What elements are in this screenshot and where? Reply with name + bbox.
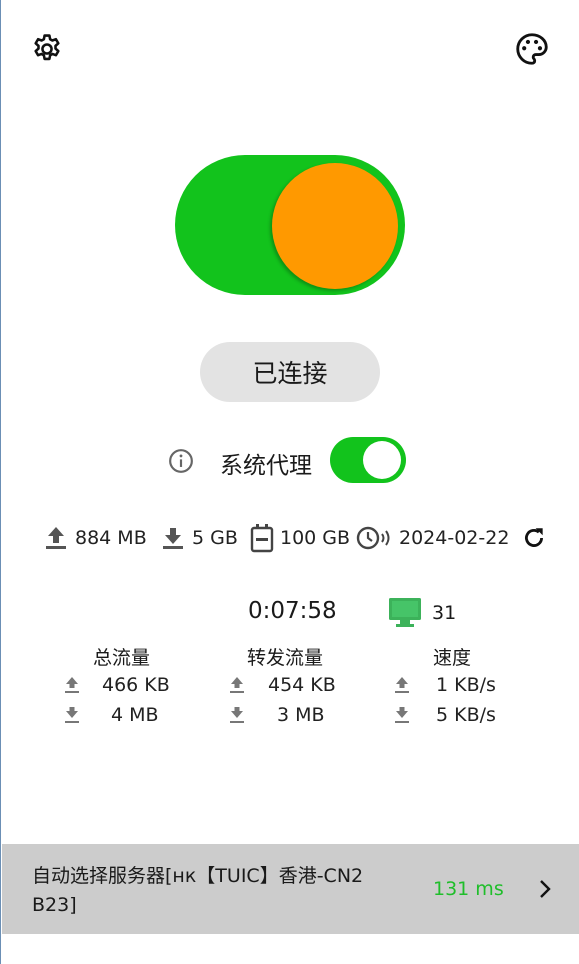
download-usage-value: 5 GB xyxy=(192,527,238,549)
system-proxy-row: 系统代理 xyxy=(168,436,408,484)
refresh-icon[interactable] xyxy=(521,524,547,552)
upload-arrow-icon xyxy=(395,677,409,693)
server-selector[interactable]: 自动选择服务器[нк【TUIC】香港-CN2 B23] 131 ms xyxy=(2,844,579,934)
system-proxy-switch[interactable] xyxy=(330,437,406,483)
download-icon xyxy=(163,528,183,549)
server-name: 自动选择服务器[нк【TUIC】香港-CN2 B23] xyxy=(32,865,364,916)
session-duration: 0:07:58 xyxy=(248,598,337,624)
download-speed: 5 KB/s xyxy=(436,704,496,726)
connection-toggle-knob xyxy=(272,163,398,289)
clock-signal-icon xyxy=(356,526,390,550)
monitor-icon xyxy=(389,598,421,627)
info-icon[interactable] xyxy=(168,448,194,474)
upload-usage: 884 MB xyxy=(45,520,147,556)
download-usage: 5 GB xyxy=(162,520,238,556)
total-traffic-title: 总流量 xyxy=(93,647,151,669)
data-quota: 100 GB xyxy=(250,520,350,556)
gear-icon xyxy=(34,34,60,61)
expiry-date: 2024-02-22 xyxy=(355,520,509,556)
connection-count: 31 xyxy=(432,602,457,624)
data-quota-value: 100 GB xyxy=(280,527,351,549)
settings-button[interactable] xyxy=(29,31,65,67)
forwarded-traffic-title: 转发流量 xyxy=(247,647,324,669)
palette-icon xyxy=(516,33,548,65)
forwarded-upload: 454 KB xyxy=(268,674,336,696)
download-arrow-icon xyxy=(65,707,79,723)
expiry-date-value: 2024-02-22 xyxy=(399,527,510,549)
speed-title: 速度 xyxy=(433,647,472,669)
chevron-right-icon xyxy=(540,880,551,898)
system-proxy-switch-knob xyxy=(363,441,401,479)
download-arrow-icon xyxy=(395,707,409,723)
forwarded-download: 3 MB xyxy=(277,704,325,726)
download-arrow-icon xyxy=(230,707,244,723)
upload-icon xyxy=(46,527,66,549)
upload-arrow-icon xyxy=(65,677,79,693)
total-download: 4 MB xyxy=(111,704,159,726)
server-latency: 131 ms xyxy=(433,878,504,900)
total-upload: 466 KB xyxy=(102,674,170,696)
upload-usage-value: 884 MB xyxy=(75,527,147,549)
connection-toggle[interactable] xyxy=(175,155,405,295)
upload-arrow-icon xyxy=(230,677,244,693)
sim-card-icon xyxy=(250,524,274,553)
theme-button[interactable] xyxy=(514,31,550,67)
connection-status-button[interactable]: 已连接 xyxy=(200,342,380,402)
window-edge xyxy=(0,0,1,964)
system-proxy-label: 系统代理 xyxy=(220,453,312,479)
upload-speed: 1 KB/s xyxy=(436,674,496,696)
